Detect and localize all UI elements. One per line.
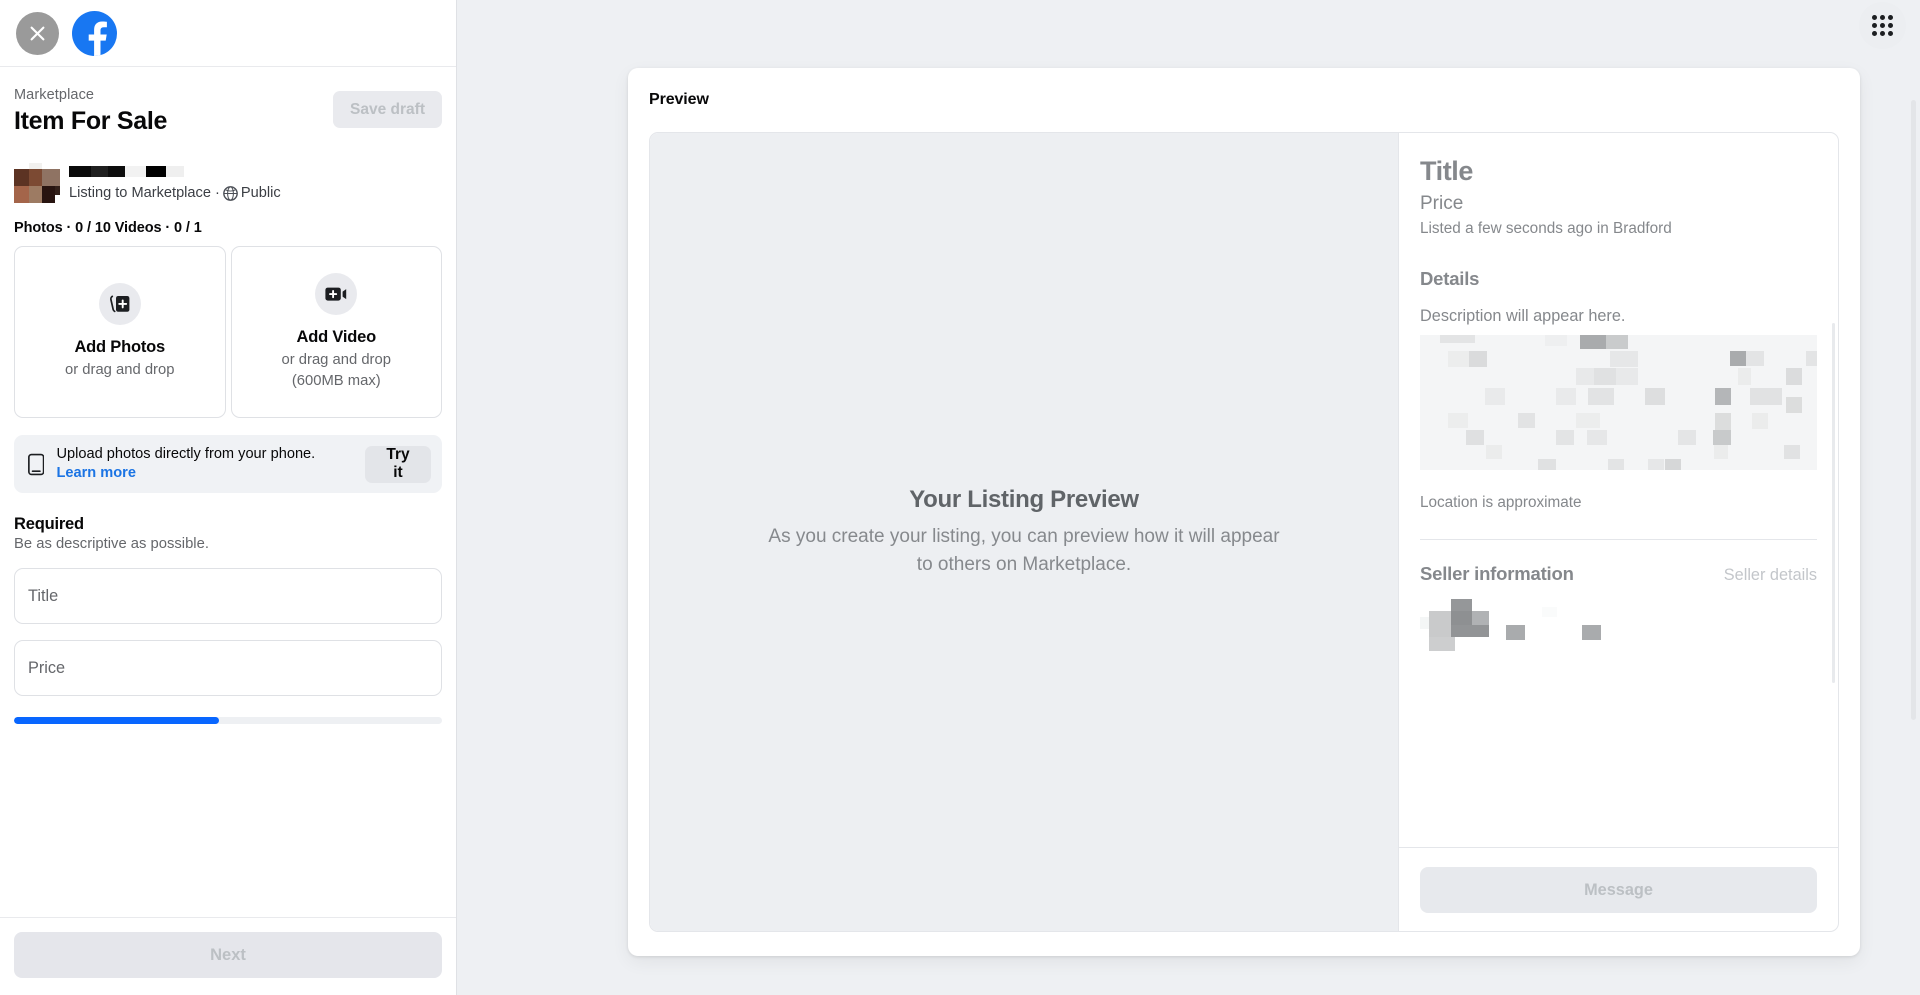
add-photos-icon-circle	[98, 283, 141, 325]
mobile-phone-icon	[28, 453, 45, 475]
add-photos-title: Add Photos	[74, 338, 166, 356]
media-tiles: Add Photos or drag and drop Add Video or…	[14, 246, 442, 418]
message-button[interactable]: Message	[1420, 867, 1817, 913]
redacted-profile-name	[69, 166, 184, 177]
price-input[interactable]: Price	[14, 640, 442, 696]
add-video-tile[interactable]: Add Video or drag and drop (600MB max)	[230, 246, 442, 418]
breadcrumb: Marketplace	[14, 87, 95, 103]
phone-banner-copy: Upload photos directly from your phone.	[56, 446, 316, 462]
location-map-placeholder	[1420, 335, 1817, 470]
map-caption: Location is approximate	[1420, 494, 1582, 511]
price-input-placeholder: Price	[28, 658, 66, 677]
seller-row: Seller information Seller details	[1420, 563, 1817, 585]
title-input-placeholder: Title	[28, 586, 59, 605]
app-root: Marketplace Item For Sale Save draft Lis…	[0, 0, 1920, 995]
add-video-icon	[325, 287, 347, 301]
listing-preview-subtitle: As you create your listing, you can prev…	[768, 525, 1280, 575]
page-title: Item For Sale	[14, 107, 168, 135]
listing-price: Price	[1420, 193, 1464, 214]
audience-row: Listing to Marketplace · Public	[14, 157, 442, 203]
preview-panel: Preview Your Listing Preview As you crea…	[628, 68, 1860, 956]
add-photos-icon	[109, 295, 130, 313]
media-counts: Photos · 0 / 10 Videos · 0 / 1	[14, 220, 202, 236]
facebook-logo-icon	[88, 21, 107, 56]
listing-listed-meta: Listed a few seconds ago in Bradford	[1420, 220, 1672, 237]
composer-footer: Next	[0, 917, 456, 995]
audience-text: Listing to Marketplace · Public	[69, 156, 281, 203]
next-button[interactable]: Next	[14, 932, 442, 978]
listing-detail-scroll: Title Price Listed a few seconds ago in …	[1399, 133, 1838, 847]
audience-line: Listing to Marketplace · Public	[69, 184, 281, 202]
seller-information-heading: Seller information	[1420, 563, 1574, 584]
avatar	[14, 157, 60, 203]
composer-heading-text: Marketplace Item For Sale	[14, 85, 167, 136]
seller-avatar-placeholder	[1420, 599, 1817, 651]
listing-title: Title	[1420, 156, 1474, 186]
learn-more-link[interactable]: Learn more	[56, 465, 135, 481]
composer-heading-row: Marketplace Item For Sale Save draft	[14, 67, 442, 136]
listing-details-heading: Details	[1420, 268, 1480, 289]
close-button[interactable]	[16, 11, 59, 55]
required-subheading: Be as descriptive as possible.	[14, 536, 209, 552]
listing-preview-placeholder: Your Listing Preview As you create your …	[650, 133, 1398, 931]
composer-scroll-area: Marketplace Item For Sale Save draft Lis…	[0, 67, 456, 917]
phone-banner-text: Upload photos directly from your phone. …	[56, 445, 352, 483]
close-icon	[30, 26, 45, 40]
detail-divider	[1420, 539, 1817, 540]
listing-detail-pane: Title Price Listed a few seconds ago in …	[1398, 133, 1838, 931]
add-photos-tile[interactable]: Add Photos or drag and drop	[14, 246, 226, 418]
add-video-icon-circle	[315, 272, 358, 315]
required-heading: Required	[14, 515, 84, 533]
composer-topbar	[0, 0, 456, 67]
listing-target-label: Listing to Marketplace ·	[69, 185, 220, 201]
seller-details-link[interactable]: Seller details	[1724, 566, 1817, 585]
page-scrollbar[interactable]	[1911, 100, 1916, 720]
privacy-label: Public	[240, 185, 281, 201]
listing-detail-footer: Message	[1399, 847, 1838, 931]
listing-description: Description will appear here.	[1420, 307, 1626, 325]
phone-upload-banner: Upload photos directly from your phone. …	[14, 435, 442, 493]
composer-sidebar: Marketplace Item For Sale Save draft Lis…	[0, 0, 457, 995]
add-video-sub: or drag and drop	[281, 351, 391, 368]
preview-header: Preview	[649, 91, 709, 108]
preview-body: Your Listing Preview As you create your …	[649, 132, 1839, 932]
facebook-logo-button[interactable]	[72, 10, 117, 56]
globe-icon	[223, 185, 238, 201]
listing-preview-title: Your Listing Preview	[909, 485, 1139, 513]
add-video-sub2: (600MB max)	[291, 372, 381, 389]
title-input[interactable]: Title	[14, 568, 442, 624]
save-draft-button[interactable]: Save draft	[333, 91, 442, 128]
form-progress-bar	[14, 717, 442, 724]
app-grid-button[interactable]	[1859, 2, 1906, 49]
try-it-button[interactable]: Try it	[364, 445, 431, 483]
app-grid-icon	[1872, 15, 1893, 36]
add-video-title: Add Video	[296, 327, 377, 346]
add-photos-sub: or drag and drop	[65, 362, 175, 378]
detail-pane-scrollbar[interactable]	[1832, 323, 1835, 683]
form-progress-fill	[14, 717, 220, 724]
